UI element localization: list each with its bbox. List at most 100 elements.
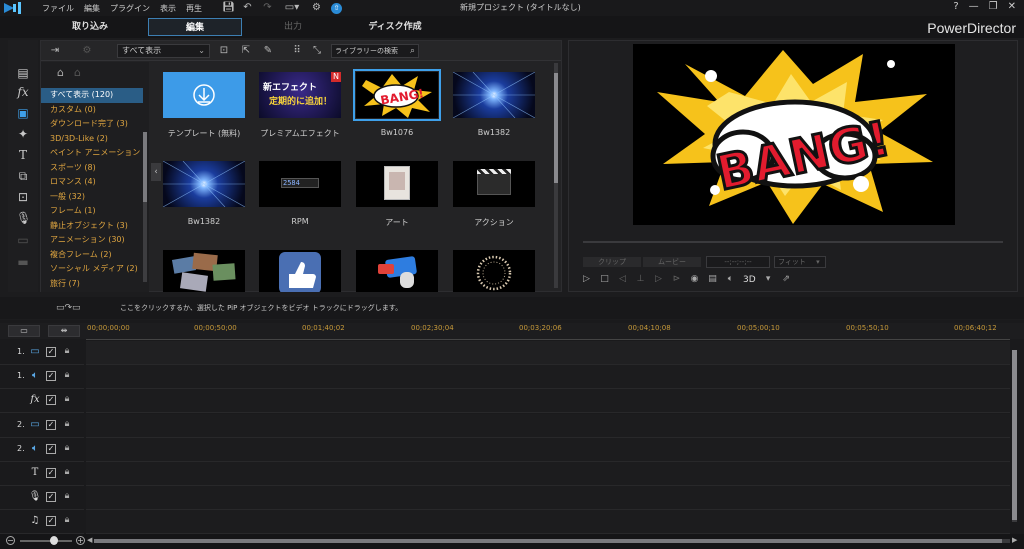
particle-room-icon[interactable]: ✦	[16, 127, 30, 141]
track-enable-checkbox[interactable]: ✓	[46, 419, 56, 430]
title-room-icon[interactable]: T	[16, 148, 30, 162]
track-lane[interactable]	[86, 510, 1010, 535]
category-item[interactable]: フレーム (1)	[41, 204, 143, 219]
lock-icon[interactable]: 🔒︎	[62, 370, 72, 381]
category-scroll-thumb[interactable]	[143, 132, 147, 202]
category-item[interactable]: 複合フレーム (2)	[41, 248, 143, 263]
category-item[interactable]: 一般 (32)	[41, 190, 143, 205]
premium-thumbnail[interactable]: N 新エフェクト 定期的に追加！	[259, 72, 341, 118]
tab-edit[interactable]: 編集	[148, 18, 242, 36]
tab-capture[interactable]: 取り込み	[50, 18, 130, 36]
menu-playback[interactable]: 再生	[186, 3, 202, 14]
add-to-track-icon[interactable]: ⊡	[218, 45, 230, 57]
lock-icon[interactable]: 🔒︎	[62, 491, 72, 502]
movie-mode-toggle[interactable]: ムービー	[643, 257, 701, 267]
category-item[interactable]: ソーシャル メディア (2)	[41, 262, 143, 277]
3d-mode-button[interactable]: 3D	[743, 275, 756, 285]
snapshot-icon[interactable]: ◉	[689, 274, 700, 285]
scroll-left-icon[interactable]: ◀	[87, 536, 92, 544]
tab-output[interactable]: 出力	[262, 18, 324, 36]
timeline-hscroll-thumb[interactable]	[94, 539, 1002, 543]
lock-icon[interactable]: 🔒︎	[62, 467, 72, 478]
scroll-right-icon[interactable]: ▶	[1012, 536, 1017, 544]
track-lane[interactable]	[86, 365, 1010, 390]
redo-icon[interactable]: ↷	[262, 3, 273, 13]
preview-seek-bar[interactable]	[583, 241, 1003, 243]
timeline-hscrollbar[interactable]	[94, 539, 1010, 543]
storyboard-toggle-icon[interactable]: ▭	[8, 325, 40, 337]
menu-plugins[interactable]: プラグイン	[110, 3, 150, 14]
split-icon[interactable]: ⊥	[635, 274, 646, 285]
category-item[interactable]: すべて表示 (120)	[41, 88, 143, 103]
undo-icon[interactable]: ↶	[242, 3, 253, 13]
gear-icon[interactable]: ⚙	[311, 3, 322, 13]
art-thumbnail[interactable]	[356, 161, 438, 207]
zoom-in-icon[interactable]: +	[76, 536, 85, 545]
category-item[interactable]: 静止オブジェクト (3)	[41, 219, 143, 234]
timeline-vscroll-thumb[interactable]	[1012, 350, 1017, 520]
restore-button[interactable]: ❐	[989, 1, 998, 12]
subtitle-room-icon[interactable]: ▬	[16, 255, 30, 269]
track-lane[interactable]	[86, 462, 1010, 486]
burst-thumbnail[interactable]	[163, 161, 245, 207]
pen-icon[interactable]: ✎	[262, 45, 274, 57]
add-to-track-icon[interactable]: ▭↷▭	[56, 303, 81, 313]
zoom-slider-knob[interactable]	[50, 536, 58, 545]
import-icon[interactable]: ⇥	[49, 45, 61, 57]
lock-icon[interactable]: 🔒︎	[62, 419, 72, 430]
fx-room-icon[interactable]: fx	[16, 85, 30, 99]
chevron-down-icon[interactable]: ▾	[763, 274, 774, 285]
transition-room-icon[interactable]: ⧉	[16, 169, 30, 183]
track-enable-checkbox[interactable]: ✓	[46, 516, 56, 527]
volume-icon[interactable]: 🔈︎	[725, 274, 736, 285]
category-item[interactable]: カスタム (0)	[41, 103, 143, 118]
category-item[interactable]: 3D/3D-Like (2)	[41, 132, 143, 147]
lock-icon[interactable]: 🔒︎	[62, 394, 72, 405]
track-lane[interactable]	[86, 389, 1010, 414]
category-item[interactable]: スポーツ (8)	[41, 161, 143, 176]
track-enable-checkbox[interactable]: ✓	[46, 371, 56, 382]
lock-icon[interactable]: 🔒︎	[62, 515, 72, 526]
pip-room-icon[interactable]: ▣	[16, 106, 30, 120]
tag-icon[interactable]: ⌂	[57, 66, 64, 79]
fit-timeline-icon[interactable]: ⇹	[48, 325, 80, 337]
stop-icon[interactable]: □	[599, 274, 610, 285]
play-icon[interactable]: ▷	[581, 274, 592, 285]
download-thumbnail[interactable]	[163, 72, 245, 118]
help-button[interactable]: ?	[953, 1, 958, 12]
collapse-categories-button[interactable]: ‹	[151, 163, 161, 181]
library-scroll-thumb[interactable]	[554, 73, 558, 183]
fast-forward-icon[interactable]: ⊳	[671, 274, 682, 285]
menu-file[interactable]: ファイル	[42, 3, 74, 14]
undock-icon[interactable]: ⇗	[781, 274, 792, 285]
close-button[interactable]: ✕	[1008, 1, 1016, 12]
action-thumbnail[interactable]	[453, 161, 535, 207]
bang-thumbnail[interactable]: BANG!	[353, 69, 441, 121]
category-item[interactable]: アニメーション (30)	[41, 233, 143, 248]
zoom-out-icon[interactable]: −	[6, 536, 15, 545]
plugin-icon[interactable]: ⚙	[81, 45, 93, 57]
track-lane[interactable]	[86, 341, 1010, 365]
menu-view[interactable]: 表示	[160, 3, 176, 14]
track-enable-checkbox[interactable]: ✓	[46, 492, 56, 503]
library-scrollbar[interactable]	[554, 63, 558, 288]
media-room-icon[interactable]: ▤	[16, 66, 30, 80]
menu-edit[interactable]: 編集	[84, 3, 100, 14]
export-icon[interactable]: ⇱	[240, 45, 252, 57]
collage-thumbnail[interactable]	[163, 250, 245, 292]
next-frame-icon[interactable]: ▷	[653, 274, 664, 285]
minimize-button[interactable]: —	[969, 1, 979, 12]
category-scrollbar[interactable]	[143, 132, 147, 282]
filter-dropdown[interactable]: すべて表示 ⌄	[117, 44, 210, 58]
thumbsup-thumbnail[interactable]	[259, 250, 341, 292]
subtitle-icon[interactable]: ▤	[707, 274, 718, 285]
voice-over-room-icon[interactable]: 🎙︎	[16, 211, 31, 225]
lock-icon[interactable]: 🔒︎	[62, 443, 72, 454]
track-enable-checkbox[interactable]: ✓	[46, 347, 56, 357]
timeline-vscrollbar[interactable]	[1012, 350, 1017, 522]
track-enable-checkbox[interactable]: ✓	[46, 443, 56, 454]
track-enable-checkbox[interactable]: ✓	[46, 468, 56, 478]
timecode-field[interactable]: --;--;--;--	[706, 256, 770, 268]
tab-disc[interactable]: ディスク作成	[352, 18, 438, 36]
category-item[interactable]: ロマンス (4)	[41, 175, 143, 190]
